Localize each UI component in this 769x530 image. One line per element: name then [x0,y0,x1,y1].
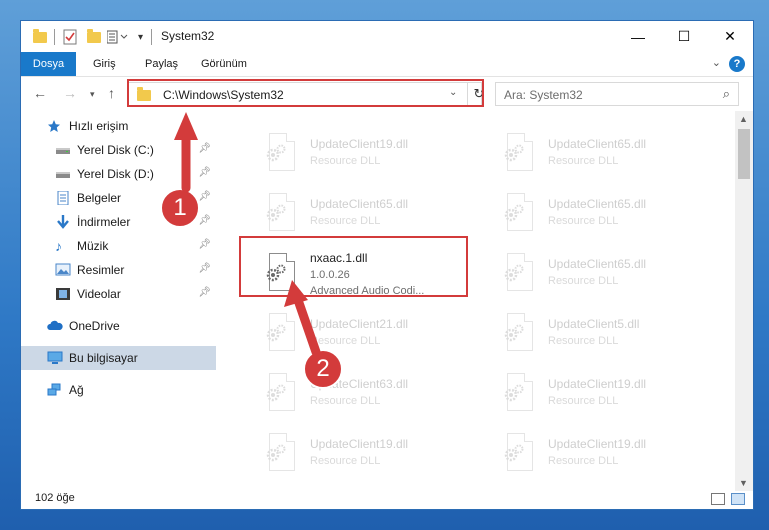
file-highlight-box [239,236,468,297]
